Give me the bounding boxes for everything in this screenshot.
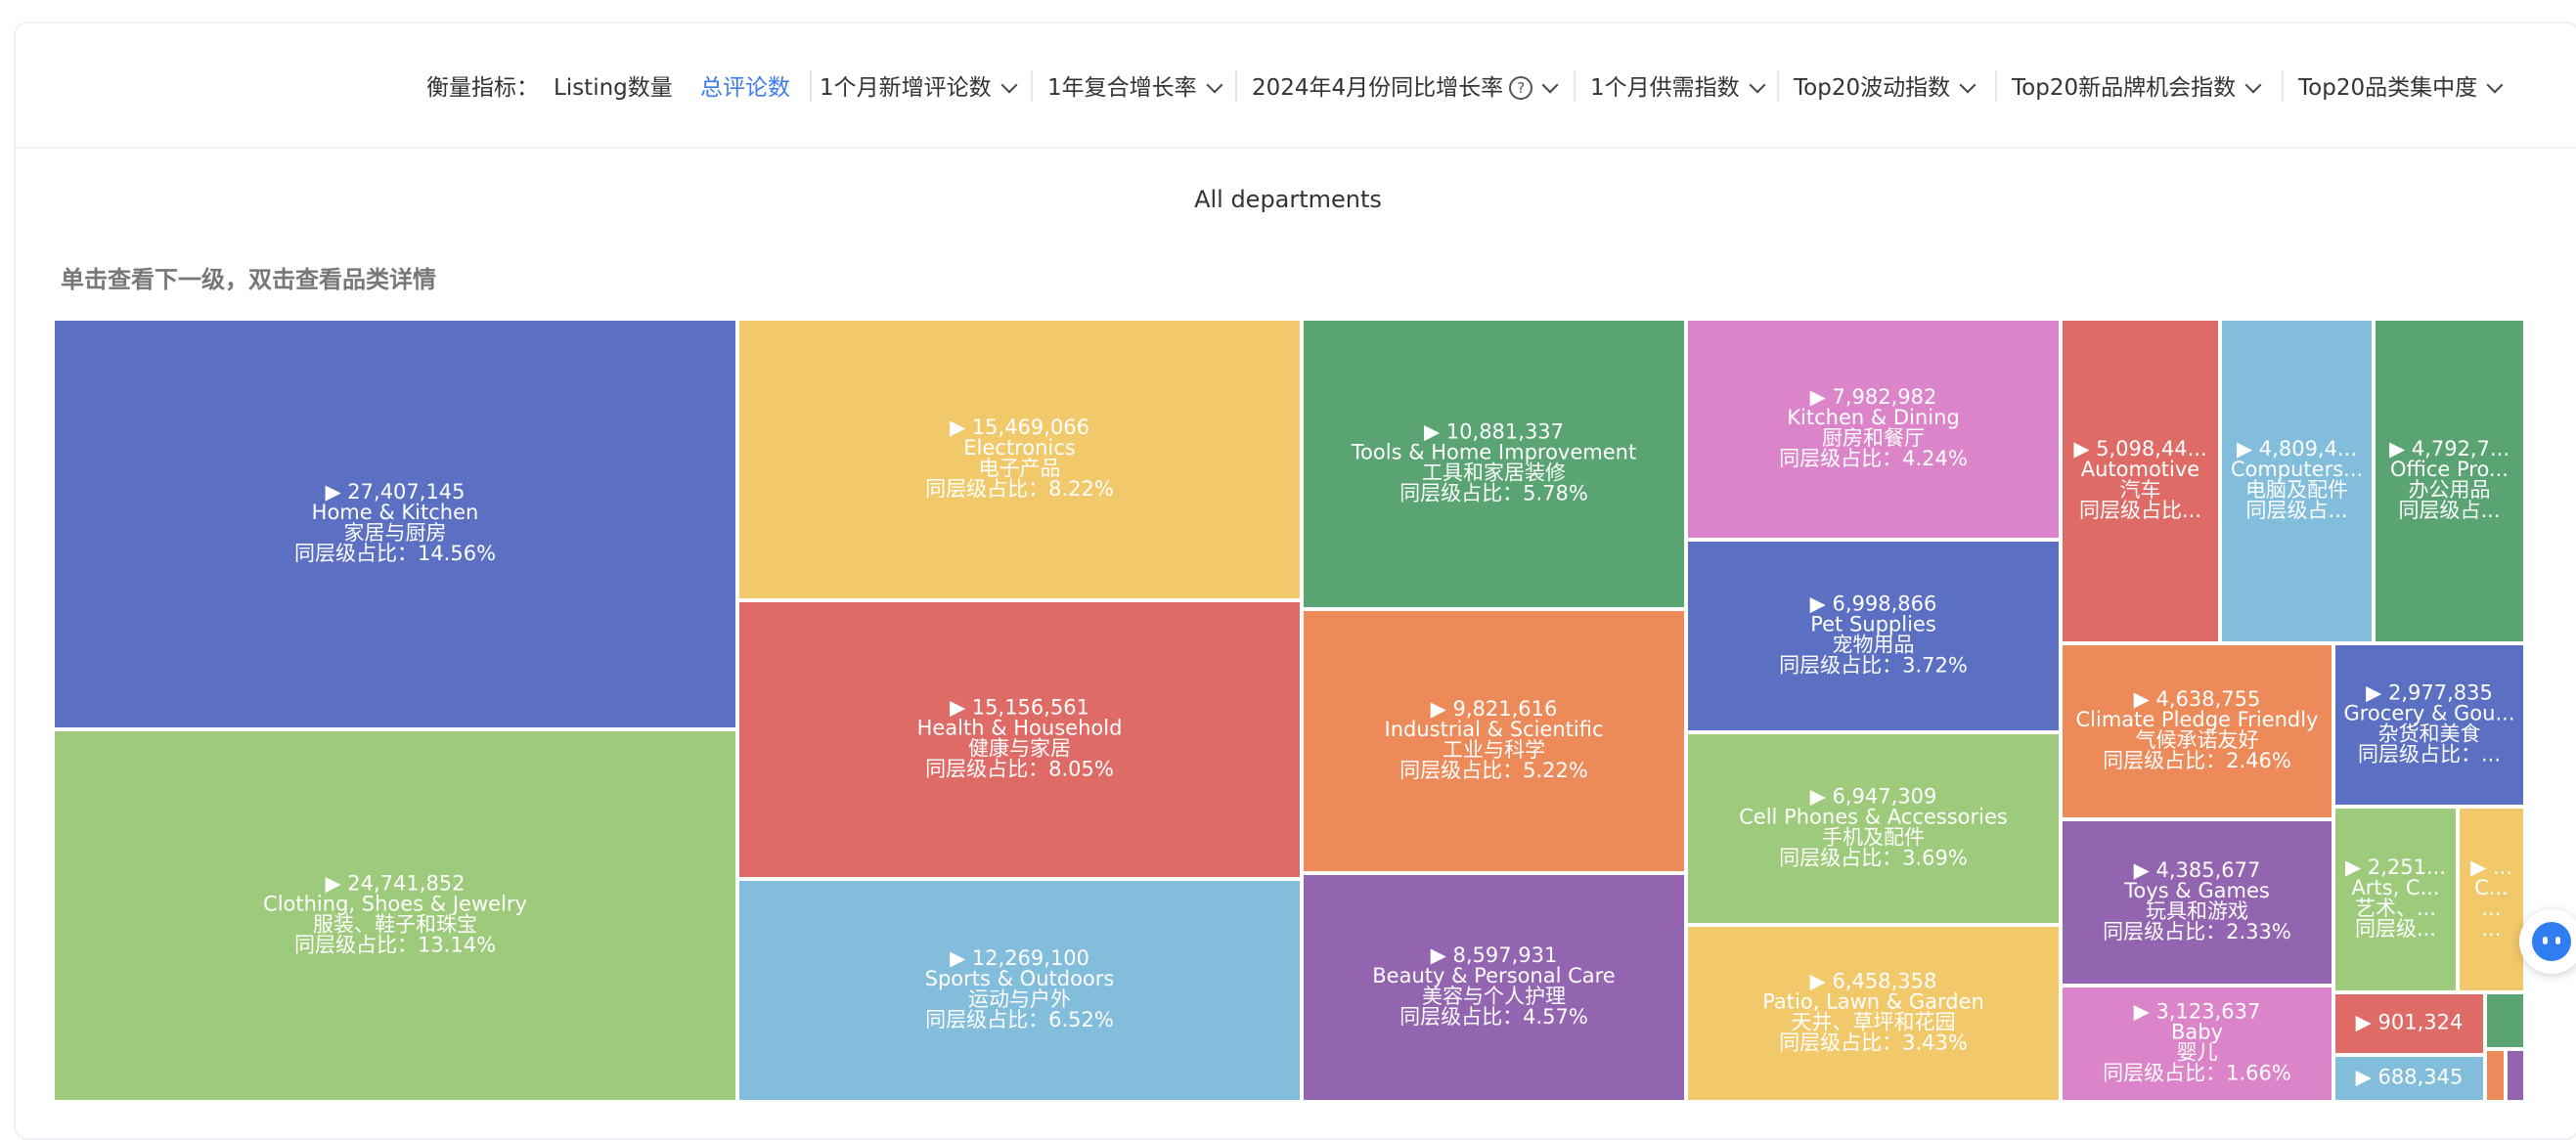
tile-share: 同层级占比：3.43% <box>1779 1031 1968 1055</box>
tile-share: 同层级占比：13.14% <box>294 934 496 957</box>
treemap-tile[interactable]: ▶ 8,597,931Beauty & Personal Care美容与个人护理… <box>1302 873 1686 1102</box>
tile-value: ▶ 901,324 <box>2356 1011 2464 1034</box>
tile-share: 同层级占比：3.69% <box>1779 847 1968 870</box>
treemap-tile-rect[interactable] <box>2485 1049 2506 1102</box>
tile-share: 同层级... <box>2355 917 2436 941</box>
tile-share: 同层级占比：5.22% <box>1399 759 1588 782</box>
treemap-tile[interactable]: ▶ 2,977,835Grocery & Gou...杂货和美食同层级占比：..… <box>2333 643 2525 807</box>
tile-share: 同层级占比：2.33% <box>2103 920 2291 943</box>
tile-share: 同层级占比：2.46% <box>2103 749 2291 772</box>
treemap-tile[interactable]: ▶ ...C......... <box>2458 807 2525 992</box>
tile-share: 同层级占比：4.24% <box>1779 447 1968 470</box>
tile-share: 同层级占比：8.05% <box>925 758 1114 781</box>
treemap-tile[interactable] <box>2485 992 2525 1049</box>
support-agent-icon <box>2532 922 2571 961</box>
treemap-tile[interactable]: ▶ 7,982,982Kitchen & Dining厨房和餐厅同层级占比：4.… <box>1686 319 2061 540</box>
treemap-tile[interactable]: ▶ 4,638,755Climate Pledge Friendly气候承诺友好… <box>2061 643 2333 819</box>
tile-share: 同层级占比... <box>2079 499 2201 522</box>
treemap-tile[interactable]: ▶ 6,947,309Cell Phones & Accessories手机及配… <box>1686 732 2061 925</box>
tile-share: 同层级占比：14.56% <box>294 542 496 565</box>
tile-share: 同层级占比：3.72% <box>1779 654 1968 678</box>
treemap-tile[interactable]: ▶ 15,156,561Health & Household健康与家居同层级占比… <box>737 600 1302 879</box>
tile-share: 同层级占... <box>2398 499 2500 522</box>
treemap-tile[interactable]: ▶ 4,792,7...Office Pro...办公用品同层级占... <box>2374 319 2525 643</box>
treemap-tile[interactable]: ▶ 10,881,337Tools & Home Improvement工具和家… <box>1302 319 1686 609</box>
treemap-tile[interactable]: ▶ 15,469,066Electronics电子产品同层级占比：8.22% <box>737 319 1302 600</box>
treemap-tile[interactable]: ▶ 2,251...Arts, C...艺术、...同层级... <box>2333 807 2458 992</box>
treemap-tile[interactable] <box>2485 1049 2506 1102</box>
tile-value: ▶ 688,345 <box>2356 1066 2464 1089</box>
treemap-tile[interactable]: ▶ 4,809,4...Computers...电脑及配件同层级占... <box>2220 319 2374 643</box>
treemap-tile[interactable]: ▶ 12,269,100Sports & Outdoors运动与户外同层级占比：… <box>737 879 1302 1102</box>
treemap-tile[interactable]: ▶ 6,458,358Patio, Lawn & Garden天井、草坪和花园同… <box>1686 925 2061 1102</box>
treemap-tile-rect[interactable] <box>2485 992 2525 1049</box>
treemap-tile[interactable]: ▶ 6,998,866Pet Supplies宠物用品同层级占比：3.72% <box>1686 540 2061 732</box>
treemap-tile[interactable]: ▶ 901,324 <box>2333 992 2485 1055</box>
tile-share: 同层级占比：5.78% <box>1399 482 1588 505</box>
treemap-tile[interactable]: ▶ 3,123,637Baby婴儿同层级占比：1.66% <box>2061 986 2333 1102</box>
tile-share: 同层级占比：4.57% <box>1399 1005 1588 1029</box>
treemap-tile[interactable]: ▶ 24,741,852Clothing, Shoes & Jewelry服装、… <box>53 729 737 1102</box>
treemap-chart: ▶ 27,407,145Home & Kitchen家居与厨房同层级占比：14.… <box>53 319 2525 1102</box>
treemap-tile[interactable]: ▶ 4,385,677Toys & Games玩具和游戏同层级占比：2.33% <box>2061 819 2333 986</box>
tile-share: 同层级占比：6.52% <box>925 1008 1114 1031</box>
treemap-tile[interactable]: ▶ 27,407,145Home & Kitchen家居与厨房同层级占比：14.… <box>53 319 737 729</box>
tile-share: 同层级占比：1.66% <box>2103 1062 2291 1085</box>
treemap-tile[interactable]: ▶ 688,345 <box>2333 1055 2485 1102</box>
treemap-tile[interactable] <box>2506 1049 2525 1102</box>
treemap-tile[interactable]: ▶ 5,098,44...Automotive汽车同层级占比... <box>2061 319 2220 643</box>
customer-service-button[interactable] <box>2519 909 2576 974</box>
tile-share: 同层级占比：... <box>2358 743 2501 767</box>
tile-share: 同层级占比：8.22% <box>925 477 1114 501</box>
treemap-tile-rect[interactable] <box>2506 1049 2525 1102</box>
tile-share: ... <box>2481 917 2501 941</box>
tile-share: 同层级占... <box>2245 499 2347 522</box>
treemap-tile[interactable]: ▶ 9,821,616Industrial & Scientific工业与科学同… <box>1302 609 1686 873</box>
